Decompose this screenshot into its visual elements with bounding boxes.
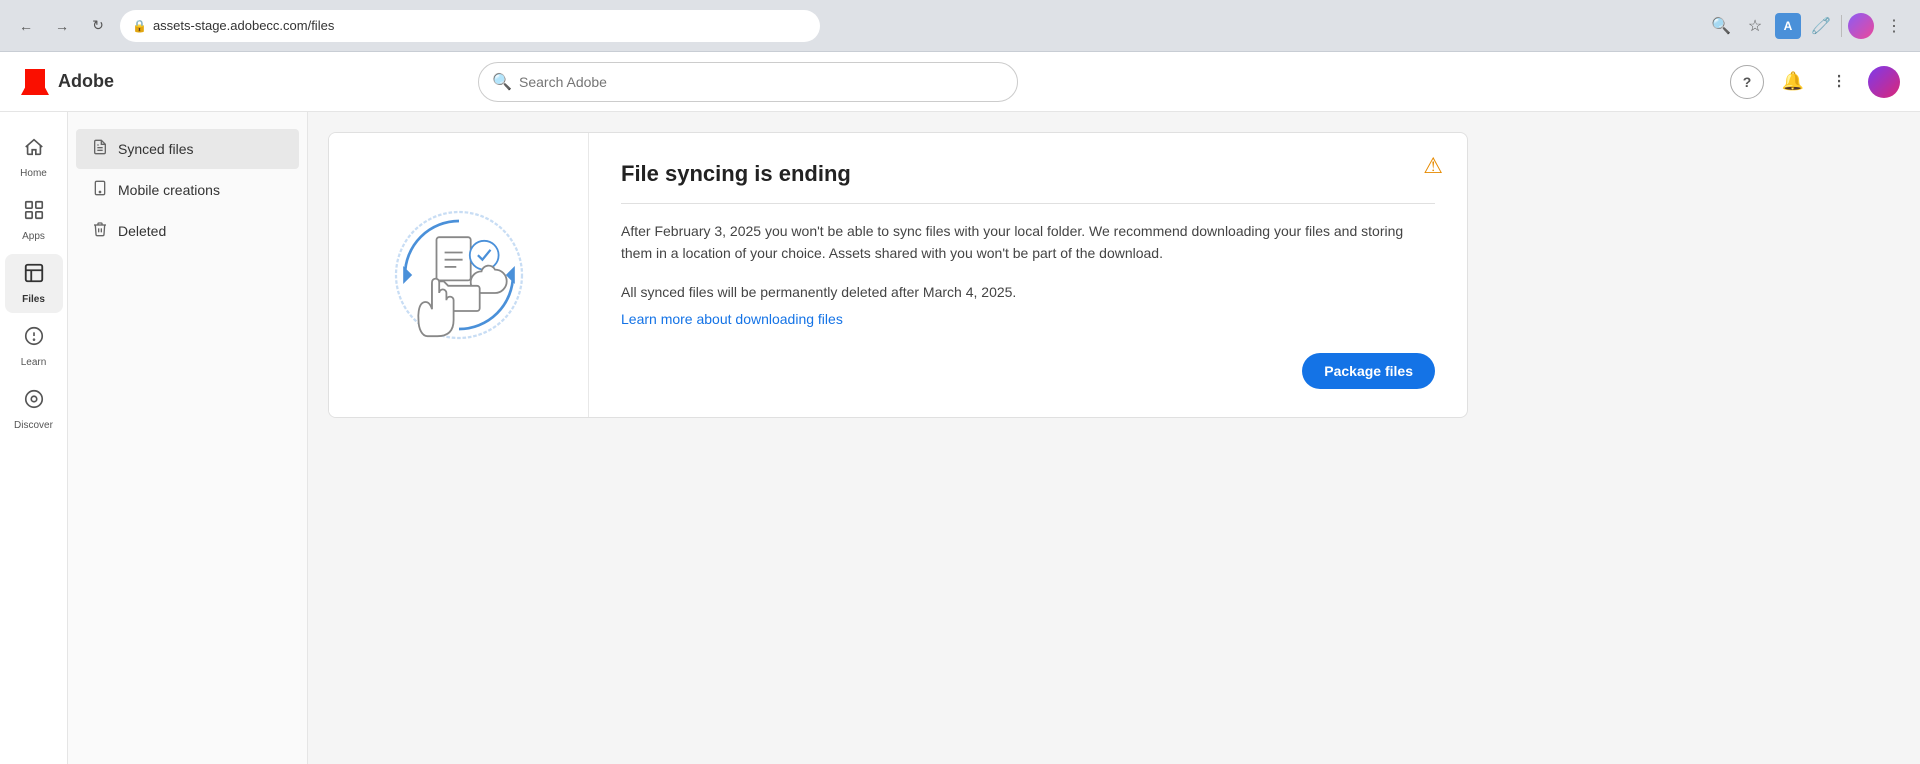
browser-extension-icon[interactable]: A [1775, 13, 1801, 39]
discover-icon [23, 388, 45, 416]
sidebar-label-mobile-creations: Mobile creations [118, 182, 220, 198]
address-lock-icon: 🔒 [132, 19, 147, 33]
notification-body-text: After February 3, 2025 you won't be able… [621, 220, 1435, 265]
browser-search-button[interactable]: 🔍 [1707, 12, 1735, 40]
search-icon: 🔍 [492, 72, 512, 92]
header-search: 🔍 [478, 62, 1018, 102]
back-button[interactable]: ← [12, 12, 40, 40]
mobile-creations-icon [92, 180, 108, 200]
notifications-button[interactable]: 🔔 [1776, 65, 1810, 99]
nav-label-files: Files [22, 294, 45, 305]
app-header: Adobe 🔍 ? 🔔 ⁝ [0, 52, 1920, 112]
browser-puzzle-button[interactable]: 🧷 [1807, 12, 1835, 40]
notification-secondary-text: All synced files will be permanently del… [621, 281, 1435, 303]
nav-label-learn: Learn [21, 357, 47, 368]
app-body: Home Apps [0, 112, 1920, 764]
adobe-wordmark: Adobe [58, 71, 114, 92]
sidebar-item-deleted[interactable]: Deleted [76, 211, 299, 251]
sidebar-label-synced-files: Synced files [118, 141, 193, 157]
nav-label-discover: Discover [14, 420, 53, 431]
sidebar: Synced files Mobile creations [68, 112, 308, 764]
files-icon [23, 262, 45, 290]
browser-menu-button[interactable]: ⋮ [1880, 12, 1908, 40]
learn-icon [23, 325, 45, 353]
browser-star-button[interactable]: ☆ [1741, 12, 1769, 40]
notification-title: File syncing is ending [621, 161, 1435, 187]
apps-icon [23, 199, 45, 227]
nav-item-home[interactable]: Home [5, 128, 63, 187]
adobe-logo[interactable]: Adobe [20, 67, 114, 97]
browser-divider [1841, 15, 1842, 37]
notification-card: ⚠ File syncing is ending After February … [328, 132, 1468, 418]
notification-illustration [329, 133, 589, 417]
apps-grid-button[interactable]: ⁝ [1822, 65, 1856, 99]
browser-chrome: ← → ↻ 🔒 assets-stage.adobecc.com/files 🔍… [0, 0, 1920, 52]
address-text: assets-stage.adobecc.com/files [153, 18, 808, 33]
app-container: Adobe 🔍 ? 🔔 ⁝ Home [0, 52, 1920, 764]
forward-button[interactable]: → [48, 12, 76, 40]
sidebar-item-mobile-creations[interactable]: Mobile creations [76, 170, 299, 210]
package-files-button[interactable]: Package files [1302, 353, 1435, 389]
notification-body: ⚠ File syncing is ending After February … [589, 133, 1467, 417]
nav-item-files[interactable]: Files [5, 254, 63, 313]
nav-label-apps: Apps [22, 231, 45, 242]
nav-label-home: Home [20, 168, 47, 179]
nav-item-learn[interactable]: Learn [5, 317, 63, 376]
learn-more-link[interactable]: Learn more about downloading files [621, 311, 843, 327]
browser-user-avatar[interactable] [1848, 13, 1874, 39]
notification-divider [621, 203, 1435, 204]
warning-icon: ⚠ [1423, 153, 1443, 179]
help-button[interactable]: ? [1730, 65, 1764, 99]
sidebar-item-synced-files[interactable]: Synced files [76, 129, 299, 169]
home-icon [23, 136, 45, 164]
header-right: ? 🔔 ⁝ [1730, 65, 1900, 99]
address-bar[interactable]: 🔒 assets-stage.adobecc.com/files [120, 10, 820, 42]
refresh-button[interactable]: ↻ [84, 12, 112, 40]
sidebar-label-deleted: Deleted [118, 223, 166, 239]
search-input[interactable] [478, 62, 1018, 102]
nav-item-apps[interactable]: Apps [5, 191, 63, 250]
main-content: ⚠ File syncing is ending After February … [308, 112, 1920, 764]
deleted-icon [92, 221, 108, 241]
synced-files-icon [92, 139, 108, 159]
notification-actions: Package files [621, 353, 1435, 389]
browser-right-icons: 🔍 ☆ A 🧷 ⋮ [1707, 12, 1908, 40]
nav-item-discover[interactable]: Discover [5, 380, 63, 439]
user-avatar[interactable] [1868, 66, 1900, 98]
left-nav: Home Apps [0, 112, 68, 764]
adobe-logo-svg [20, 67, 50, 97]
